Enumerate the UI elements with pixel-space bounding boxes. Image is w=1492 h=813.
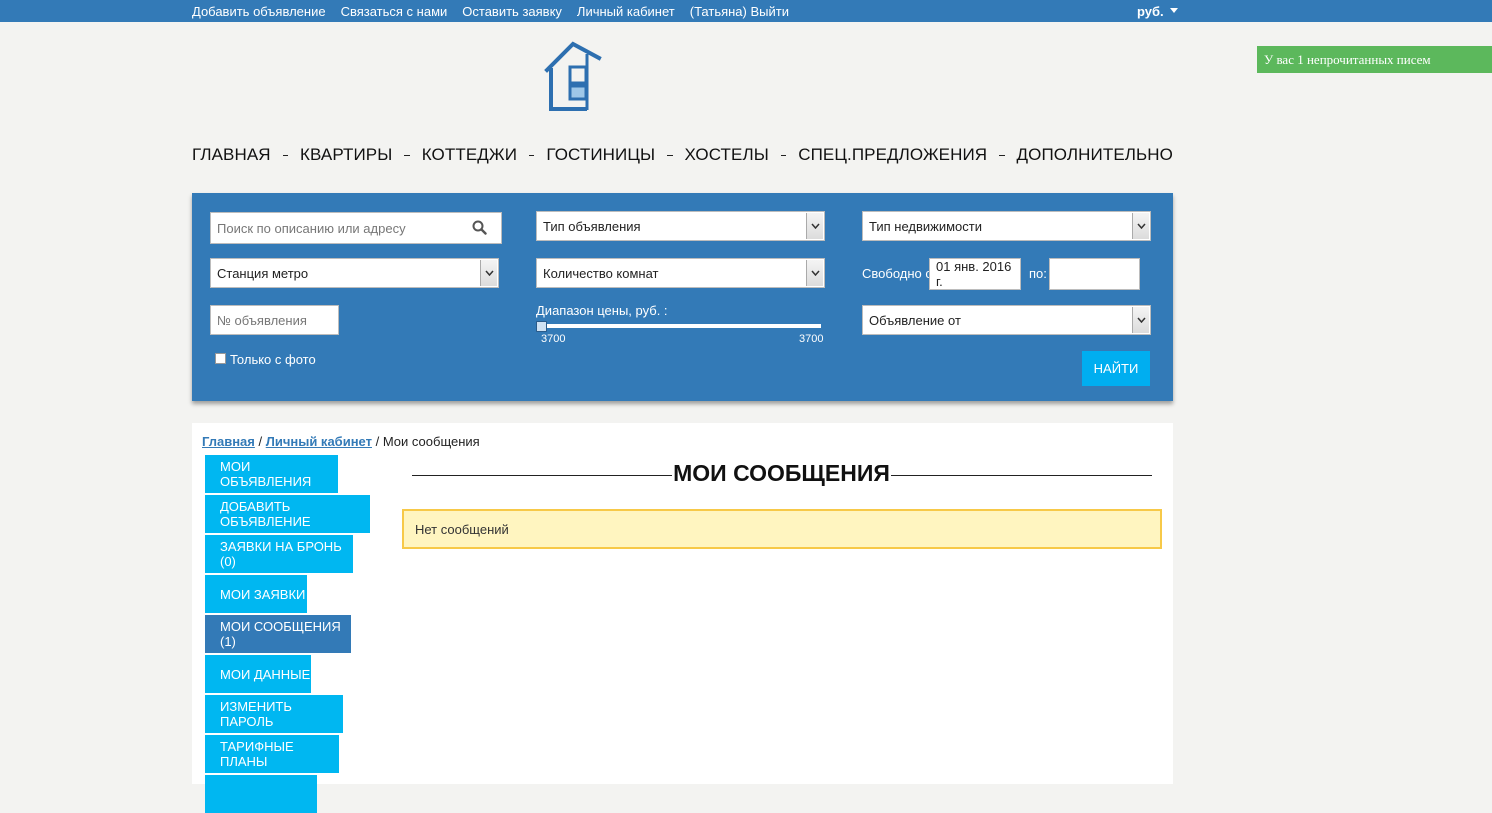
caret-down-icon xyxy=(1169,7,1178,13)
chevron-down-icon xyxy=(1132,307,1149,333)
side-item-tariff-plans[interactable]: ТАРИФНЫЕ ПЛАНЫ xyxy=(205,735,339,773)
no-messages-alert: Нет сообщений xyxy=(402,509,1162,549)
side-item-more[interactable] xyxy=(205,775,317,813)
property-type-select[interactable]: Тип недвижимости xyxy=(862,211,1151,241)
free-to-label: по: xyxy=(1029,266,1047,281)
page-title: МОИ СООБЩЕНИЯ xyxy=(673,460,890,486)
search-input[interactable]: Поиск по описанию или адресу xyxy=(210,212,502,244)
photo-only-checkbox[interactable] xyxy=(215,353,226,364)
ad-type-value: Тип объявления xyxy=(543,218,641,234)
side-item-change-password[interactable]: ИЗМЕНИТЬ ПАРОЛЬ xyxy=(205,695,343,733)
nav-divider xyxy=(999,154,1005,156)
nav-hostels[interactable]: ХОСТЕЛЫ xyxy=(685,145,769,165)
chevron-down-icon xyxy=(806,260,823,286)
side-item-my-listings[interactable]: МОИ ОБЪЯВЛЕНИЯ xyxy=(205,455,338,493)
nav-divider xyxy=(529,154,535,156)
contact-us-link[interactable]: Связаться с нами xyxy=(341,4,448,19)
side-item-my-messages[interactable]: МОИ СООБЩЕНИЯ (1) xyxy=(205,615,351,653)
breadcrumb-current: Мои сообщения xyxy=(382,434,480,449)
price-slider-track[interactable] xyxy=(537,324,821,328)
price-range-label: Диапазон цены, руб. : xyxy=(536,303,668,318)
breadcrumb: Главная / Личный кабинет / Мои сообщения xyxy=(202,434,480,449)
personal-cabinet-link[interactable]: Личный кабинет xyxy=(577,4,675,19)
nav-divider xyxy=(282,154,289,156)
ad-number-input[interactable]: № объявления xyxy=(210,305,339,335)
ad-number-placeholder: № объявления xyxy=(217,312,307,328)
main-nav: ГЛАВНАЯ КВАРТИРЫ КОТТЕДЖИ ГОСТИНИЦЫ ХОСТ… xyxy=(192,142,1173,168)
metro-select[interactable]: Станция метро xyxy=(210,258,499,288)
price-slider-handle[interactable] xyxy=(536,321,547,332)
free-to-date-input[interactable] xyxy=(1049,258,1140,290)
currency-dropdown[interactable]: руб. xyxy=(1137,0,1178,22)
rooms-select[interactable]: Количество комнат xyxy=(536,258,825,288)
free-from-label: Свободно с: xyxy=(862,266,936,281)
nav-divider xyxy=(667,154,673,156)
breadcrumb-home-link[interactable]: Главная xyxy=(202,434,255,449)
nav-apartments[interactable]: КВАРТИРЫ xyxy=(300,145,392,165)
side-item-add-listing[interactable]: ДОБАВИТЬ ОБЪЯВЛЕНИЕ xyxy=(205,495,370,533)
side-item-my-requests[interactable]: МОИ ЗАЯВКИ xyxy=(205,575,307,613)
unread-messages-notice[interactable]: У вас 1 непрочитанных писем xyxy=(1257,46,1492,73)
breadcrumb-cabinet-link[interactable]: Личный кабинет xyxy=(266,434,372,449)
ad-from-value: Объявление от xyxy=(869,312,961,328)
side-item-booking-requests[interactable]: ЗАЯВКИ НА БРОНЬ (0) xyxy=(205,535,353,573)
logout-link[interactable]: (Татьяна) Выйти xyxy=(690,4,789,19)
rooms-value: Количество комнат xyxy=(543,265,659,281)
chevron-down-icon xyxy=(806,213,823,239)
add-listing-link[interactable]: Добавить объявление xyxy=(192,4,326,19)
nav-divider xyxy=(404,154,410,156)
property-type-value: Тип недвижимости xyxy=(869,218,983,234)
find-button[interactable]: НАЙТИ xyxy=(1082,351,1150,386)
free-from-date-input[interactable]: 01 янв. 2016 г. xyxy=(929,258,1021,290)
title-divider-left xyxy=(412,475,672,476)
metro-value: Станция метро xyxy=(217,265,309,281)
nav-home[interactable]: ГЛАВНАЯ xyxy=(192,145,271,165)
chevron-down-icon xyxy=(480,260,497,286)
search-icon[interactable] xyxy=(472,220,487,235)
search-input-placeholder: Поиск по описанию или адресу xyxy=(217,220,406,236)
breadcrumb-separator: / xyxy=(371,434,383,449)
chevron-down-icon xyxy=(1132,213,1149,239)
ad-type-select[interactable]: Тип объявления xyxy=(536,211,825,241)
ad-from-select[interactable]: Объявление от xyxy=(862,305,1151,335)
free-from-date-value: 01 янв. 2016 г. xyxy=(936,259,1012,289)
currency-label: руб. xyxy=(1137,3,1164,19)
leave-request-link[interactable]: Оставить заявку xyxy=(462,4,562,19)
breadcrumb-separator: / xyxy=(254,434,266,449)
nav-divider xyxy=(780,154,787,156)
photo-only-label: Только с фото xyxy=(230,352,316,367)
house-logo-icon[interactable] xyxy=(543,40,603,114)
nav-additional[interactable]: ДОПОЛНИТЕЛЬНО xyxy=(1017,145,1173,165)
price-max-value: 3700 xyxy=(799,333,824,345)
top-links: Добавить объявление Связаться с нами Ост… xyxy=(192,0,789,22)
side-item-my-data[interactable]: МОИ ДАННЫЕ xyxy=(205,655,311,693)
nav-cottages[interactable]: КОТТЕДЖИ xyxy=(422,145,517,165)
title-divider-right xyxy=(891,475,1152,476)
price-min-value: 3700 xyxy=(541,333,566,345)
nav-hotels[interactable]: ГОСТИНИЦЫ xyxy=(546,145,655,165)
nav-special-offers[interactable]: СПЕЦ.ПРЕДЛОЖЕНИЯ xyxy=(798,145,987,165)
